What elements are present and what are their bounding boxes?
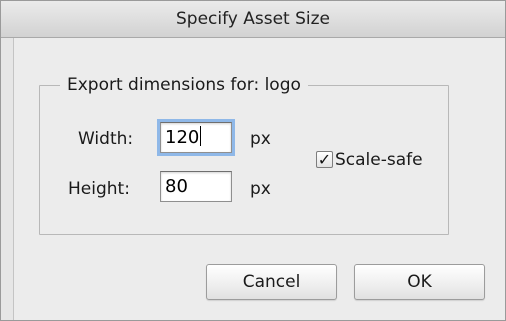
window-left-edge [1, 38, 14, 320]
ok-button[interactable]: OK [354, 264, 485, 300]
height-field[interactable]: 80 [160, 171, 232, 202]
cancel-button[interactable]: Cancel [206, 264, 337, 300]
width-value: 120 [165, 127, 200, 148]
height-label: Height: [68, 179, 130, 199]
text-caret [200, 126, 202, 146]
checkmark-icon: ✓ [317, 150, 332, 169]
height-value: 80 [165, 176, 188, 197]
dialog-title: Specify Asset Size [1, 1, 505, 38]
width-field[interactable]: 120 [157, 119, 235, 156]
scale-safe-label[interactable]: Scale-safe [335, 149, 423, 171]
width-label: Width: [78, 129, 134, 149]
height-unit: px [250, 179, 271, 199]
export-dimensions-label: Export dimensions for: logo [67, 75, 301, 95]
scale-safe-checkbox[interactable]: ✓ [316, 151, 333, 168]
specify-asset-size-dialog: Specify Asset Size Export dimensions for… [0, 0, 506, 321]
width-unit: px [250, 129, 271, 149]
